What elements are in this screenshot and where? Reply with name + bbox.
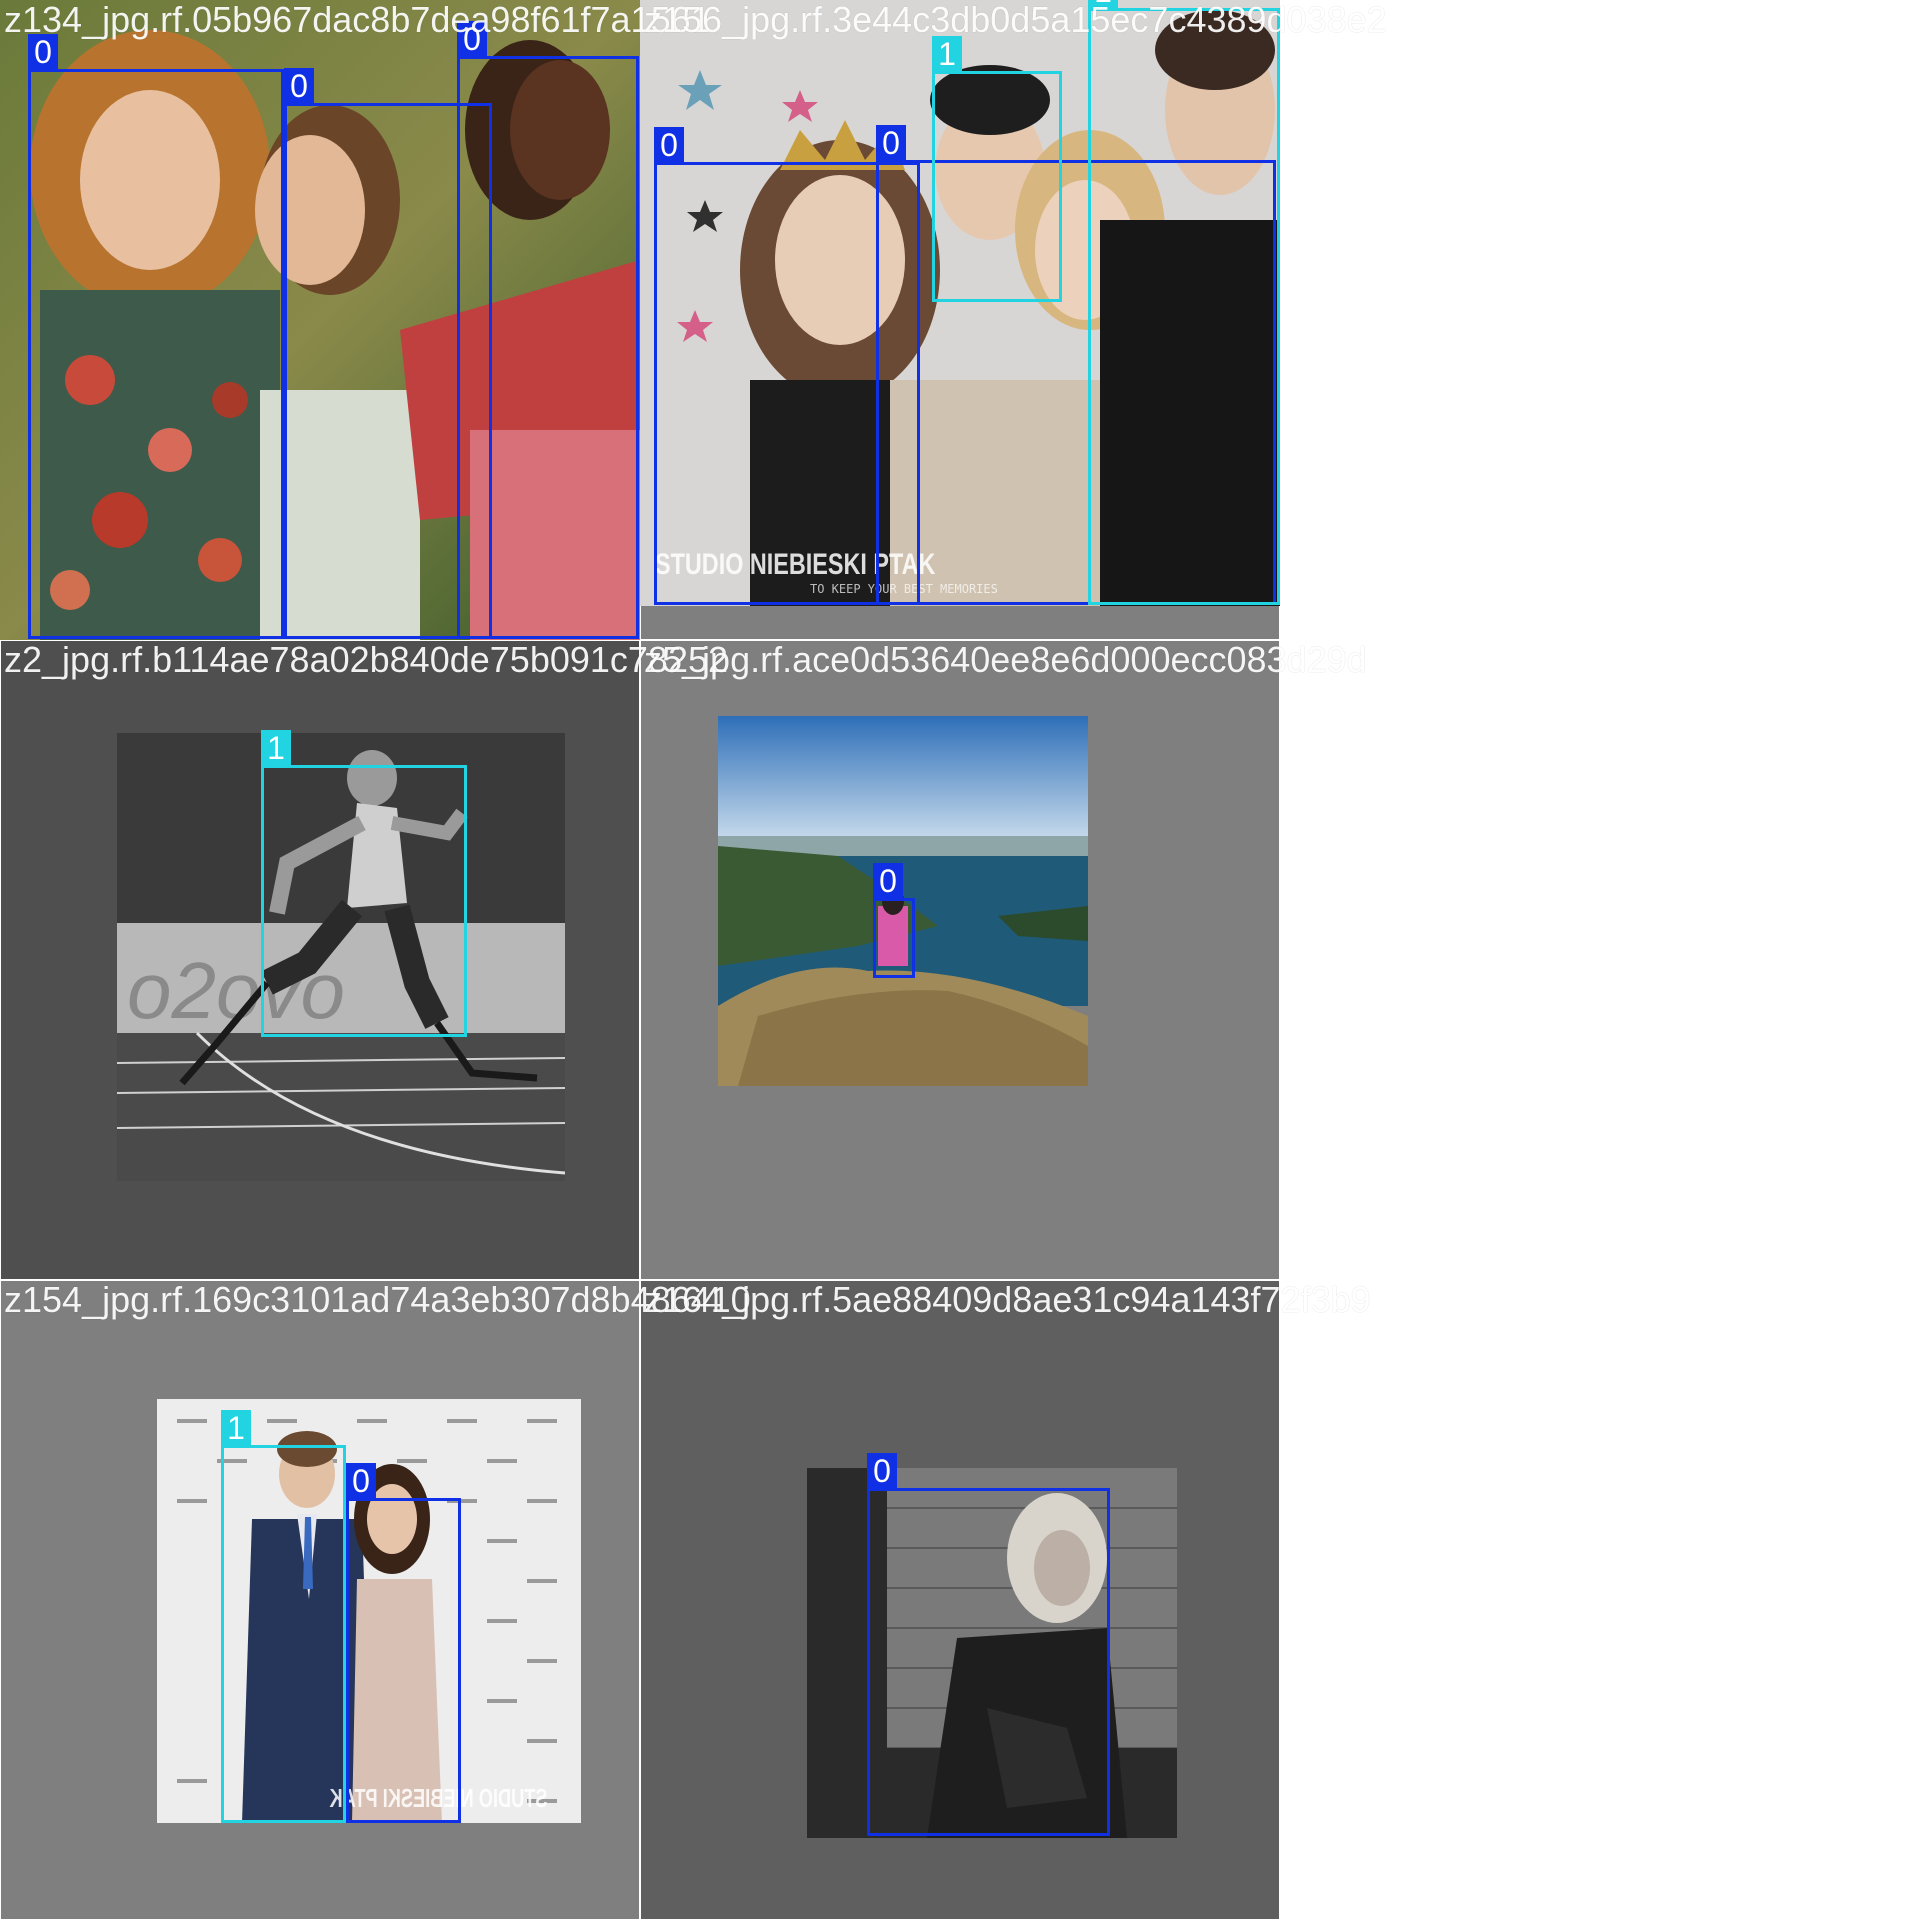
bbox-class-1: 1 [1088, 0, 1280, 605]
bbox-class-0: 0 [457, 21, 639, 639]
image-filename: z5_jpg.rf.ace0d53640ee8e6d000ecc083d29d [644, 639, 1367, 680]
mosaic-tile: 0 z164_jpg.rf.5ae88409d8ae31c94a143f72f3… [640, 1280, 1371, 1920]
bbox-class-label: 0 [346, 1463, 376, 1499]
mosaic-tile: 0 0 0 z134_jpg.rf.05b967dac8b7dea98f61f7… [0, 0, 711, 640]
bbox-class-label: 1 [932, 36, 962, 72]
image-filename: z164_jpg.rf.5ae88409d8ae31c94a143f72f3b9 [644, 1279, 1371, 1320]
image-filename: z154_jpg.rf.169c3101ad74a3eb307d8b486410 [4, 1279, 751, 1320]
image-filename: z2_jpg.rf.b114ae78a02b840de75b091c78252 [4, 639, 729, 680]
mosaic-grid: 0 0 0 z134_jpg.rf.05b967dac8b7dea98f61f7… [0, 0, 1387, 1920]
bbox-class-0: 0 [28, 34, 284, 639]
bbox-class-1: 1 [221, 1410, 346, 1823]
bbox-class-0: 0 [873, 863, 915, 978]
mosaic-tile: 0 z5_jpg.rf.ace0d53640ee8e6d000ecc083d29… [640, 640, 1367, 1280]
mosaic-tile: STUDIO NIEBIESKI PTAK 1 0 z154_jpg.rf.16… [0, 1280, 751, 1920]
mosaic-tile: STUDIO NIEBIESKI PTAK TO KEEP YOUR BEST … [640, 0, 1387, 640]
bbox-class-label: 0 [654, 127, 684, 163]
bbox-class-0: 0 [346, 1463, 461, 1823]
bbox-class-label: 0 [873, 863, 903, 899]
bbox-class-1: 1 [932, 36, 1062, 302]
bbox-class-0: 0 [867, 1453, 1110, 1836]
mosaic-tile: o2ovo 1 z2_jpg.rf.b114ae78a02b840de75b09… [0, 640, 728, 1280]
bbox-class-label: 0 [284, 68, 314, 104]
bbox-class-label: 0 [876, 125, 906, 161]
bbox-class-label: 0 [867, 1453, 897, 1489]
bbox-class-label: 1 [221, 1410, 251, 1446]
image-filename: z156_jpg.rf.3e44c3db0d5a15ec7c4389d038e2 [644, 0, 1387, 40]
bbox-class-1: 1 [261, 730, 467, 1037]
image-filename: z134_jpg.rf.05b967dac8b7dea98f61f7a1561 [4, 0, 711, 40]
bbox-class-label: 1 [261, 730, 291, 766]
